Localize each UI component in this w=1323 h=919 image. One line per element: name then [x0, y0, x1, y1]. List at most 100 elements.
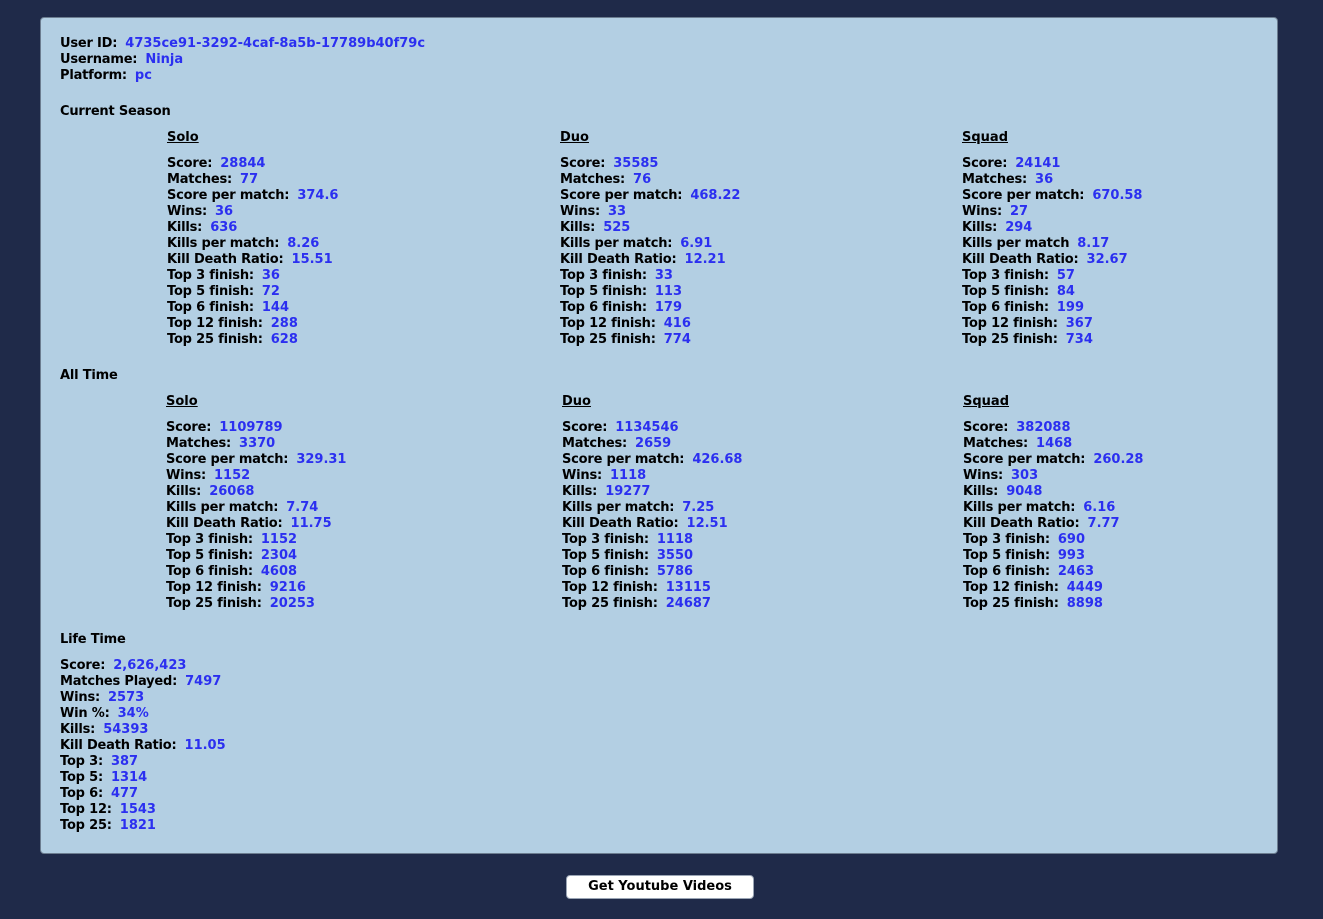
stat-label: Top 5 finish:: [962, 284, 1049, 299]
stat-label: Top 25 finish:: [166, 596, 262, 611]
stat-value: 2304: [260, 548, 298, 563]
stat-label: Kill Death Ratio:: [560, 252, 677, 267]
stat-label: Top 25:: [60, 818, 112, 833]
stat-label: Top 6 finish:: [166, 564, 253, 579]
stat-row: Score: 2,626,423: [60, 658, 226, 674]
stat-value: 5786: [656, 564, 694, 579]
stat-value: 19277: [605, 484, 651, 499]
stat-row: Score per match: 468.22: [560, 188, 740, 204]
stat-value: 3370: [239, 436, 276, 451]
get-youtube-videos-button[interactable]: Get Youtube Videos: [566, 875, 754, 899]
stat-label: Kills:: [962, 220, 998, 235]
stat-value: 6.91: [680, 236, 713, 251]
stat-value: 11.05: [184, 738, 226, 753]
stat-row: Top 6 finish: 5786: [562, 564, 742, 580]
stat-value: 1152: [260, 532, 298, 547]
stat-label: Kills per match:: [562, 500, 675, 515]
stat-value: 468.22: [690, 188, 741, 203]
stat-label: Score:: [60, 658, 106, 673]
stat-label: Matches:: [962, 172, 1028, 187]
stat-label: Top 12 finish:: [560, 316, 656, 331]
stat-label: Matches:: [167, 172, 233, 187]
stat-label: Matches:: [562, 436, 628, 451]
all-time-squad-title: Squad: [963, 394, 1010, 409]
stat-value: 426.68: [692, 452, 743, 467]
stat-label: Top 12 finish:: [166, 580, 262, 595]
stat-row: Top 12: 1543: [60, 802, 226, 818]
stat-row: Win %: 34%: [60, 706, 226, 722]
stat-row: Top 3 finish: 57: [962, 268, 1142, 284]
stat-row: Top 25 finish: 8898: [963, 596, 1143, 612]
stat-value: 2573: [108, 690, 145, 705]
stat-row: Wins: 1152: [166, 468, 346, 484]
all-time-solo-stats: Score: 1109789 Matches: 3370 Score per match…: [166, 420, 346, 612]
current-season-heading: Current Season: [60, 104, 171, 119]
stat-label: Top 3 finish:: [963, 532, 1050, 547]
stat-label: Top 5 finish:: [560, 284, 647, 299]
stat-label: Kills:: [167, 220, 203, 235]
stat-row: Top 3 finish: 36: [167, 268, 338, 284]
stat-row: Score: 1134546: [562, 420, 742, 436]
stat-value: 670.58: [1092, 188, 1143, 203]
stat-label: Top 12 finish:: [167, 316, 263, 331]
stat-row: Top 5 finish: 993: [963, 548, 1143, 564]
stat-value: 12.51: [686, 516, 728, 531]
stat-value: 2463: [1057, 564, 1095, 579]
stat-row: Score: 24141: [962, 156, 1142, 172]
stat-value: 13115: [665, 580, 711, 595]
stat-row: Kills per match: 8.26: [167, 236, 338, 252]
stat-value: 294: [1005, 220, 1033, 235]
platform-value: pc: [134, 68, 152, 83]
current-season-squad: Squad Score: 24141 Matches: 36 Score per mat…: [962, 130, 1142, 348]
user-id-value: 4735ce91-3292-4caf-8a5b-17789b40f79c: [125, 36, 426, 51]
stat-label: Kill Death Ratio:: [60, 738, 177, 753]
stat-value: 33: [654, 268, 673, 283]
stat-value: 12.21: [684, 252, 726, 267]
platform-row: Platform: pc: [60, 68, 152, 84]
current-season-squad-title: Squad: [962, 130, 1009, 145]
stat-value: 54393: [103, 722, 149, 737]
life-time-stats: Score: 2,626,423 Matches Played: 7497 Wins: 2…: [60, 658, 226, 834]
stat-value: 35585: [613, 156, 659, 171]
stat-value: 4608: [260, 564, 298, 579]
all-time-heading: All Time: [60, 368, 118, 383]
stat-value: 8.17: [1077, 236, 1110, 251]
stat-value: 15.51: [291, 252, 333, 267]
stat-row: Wins: 33: [560, 204, 740, 220]
stat-row: Top 5: 1314: [60, 770, 226, 786]
stat-value: 416: [663, 316, 691, 331]
stat-row: Kills per match: 6.16: [963, 500, 1143, 516]
stat-value: 1118: [610, 468, 647, 483]
stat-value: 8.26: [287, 236, 320, 251]
stat-row: Top 12 finish: 13115: [562, 580, 742, 596]
life-time-block: Score: 2,626,423 Matches Played: 7497 Wins: 2…: [60, 658, 226, 834]
stat-value: 7.77: [1087, 516, 1120, 531]
stat-value: 7.25: [682, 500, 715, 515]
stat-label: Kills:: [560, 220, 596, 235]
stat-label: Top 25 finish:: [962, 332, 1058, 347]
stat-value: 1821: [119, 818, 156, 833]
stat-label: Top 5 finish:: [562, 548, 649, 563]
stat-label: Top 6 finish:: [560, 300, 647, 315]
all-time-squad-stats: Score: 382088 Matches: 1468 Score per match:…: [963, 420, 1143, 612]
stat-row: Score per match: 374.6: [167, 188, 338, 204]
stat-row: Matches: 77: [167, 172, 338, 188]
stat-value: 11.75: [290, 516, 332, 531]
stat-row: Top 12 finish: 9216: [166, 580, 346, 596]
stat-row: Score per match: 329.31: [166, 452, 346, 468]
stat-value: 34%: [117, 706, 149, 721]
stat-row: Score per match: 260.28: [963, 452, 1143, 468]
current-season-solo: Solo Score: 28844 Matches: 77 Score per matc…: [167, 130, 338, 348]
stat-row: Top 12 finish: 4449: [963, 580, 1143, 596]
stat-value: 734: [1065, 332, 1093, 347]
stat-row: Top 12 finish: 416: [560, 316, 740, 332]
stat-row: Wins: 303: [963, 468, 1143, 484]
stat-label: Matches:: [560, 172, 626, 187]
stat-label: Kill Death Ratio:: [166, 516, 283, 531]
stat-value: 1134546: [615, 420, 679, 435]
stat-label: Wins:: [963, 468, 1003, 483]
life-time-heading: Life Time: [60, 632, 126, 647]
stat-label: Top 12:: [60, 802, 112, 817]
stat-label: Top 6 finish:: [962, 300, 1049, 315]
stat-row: Top 3 finish: 33: [560, 268, 740, 284]
